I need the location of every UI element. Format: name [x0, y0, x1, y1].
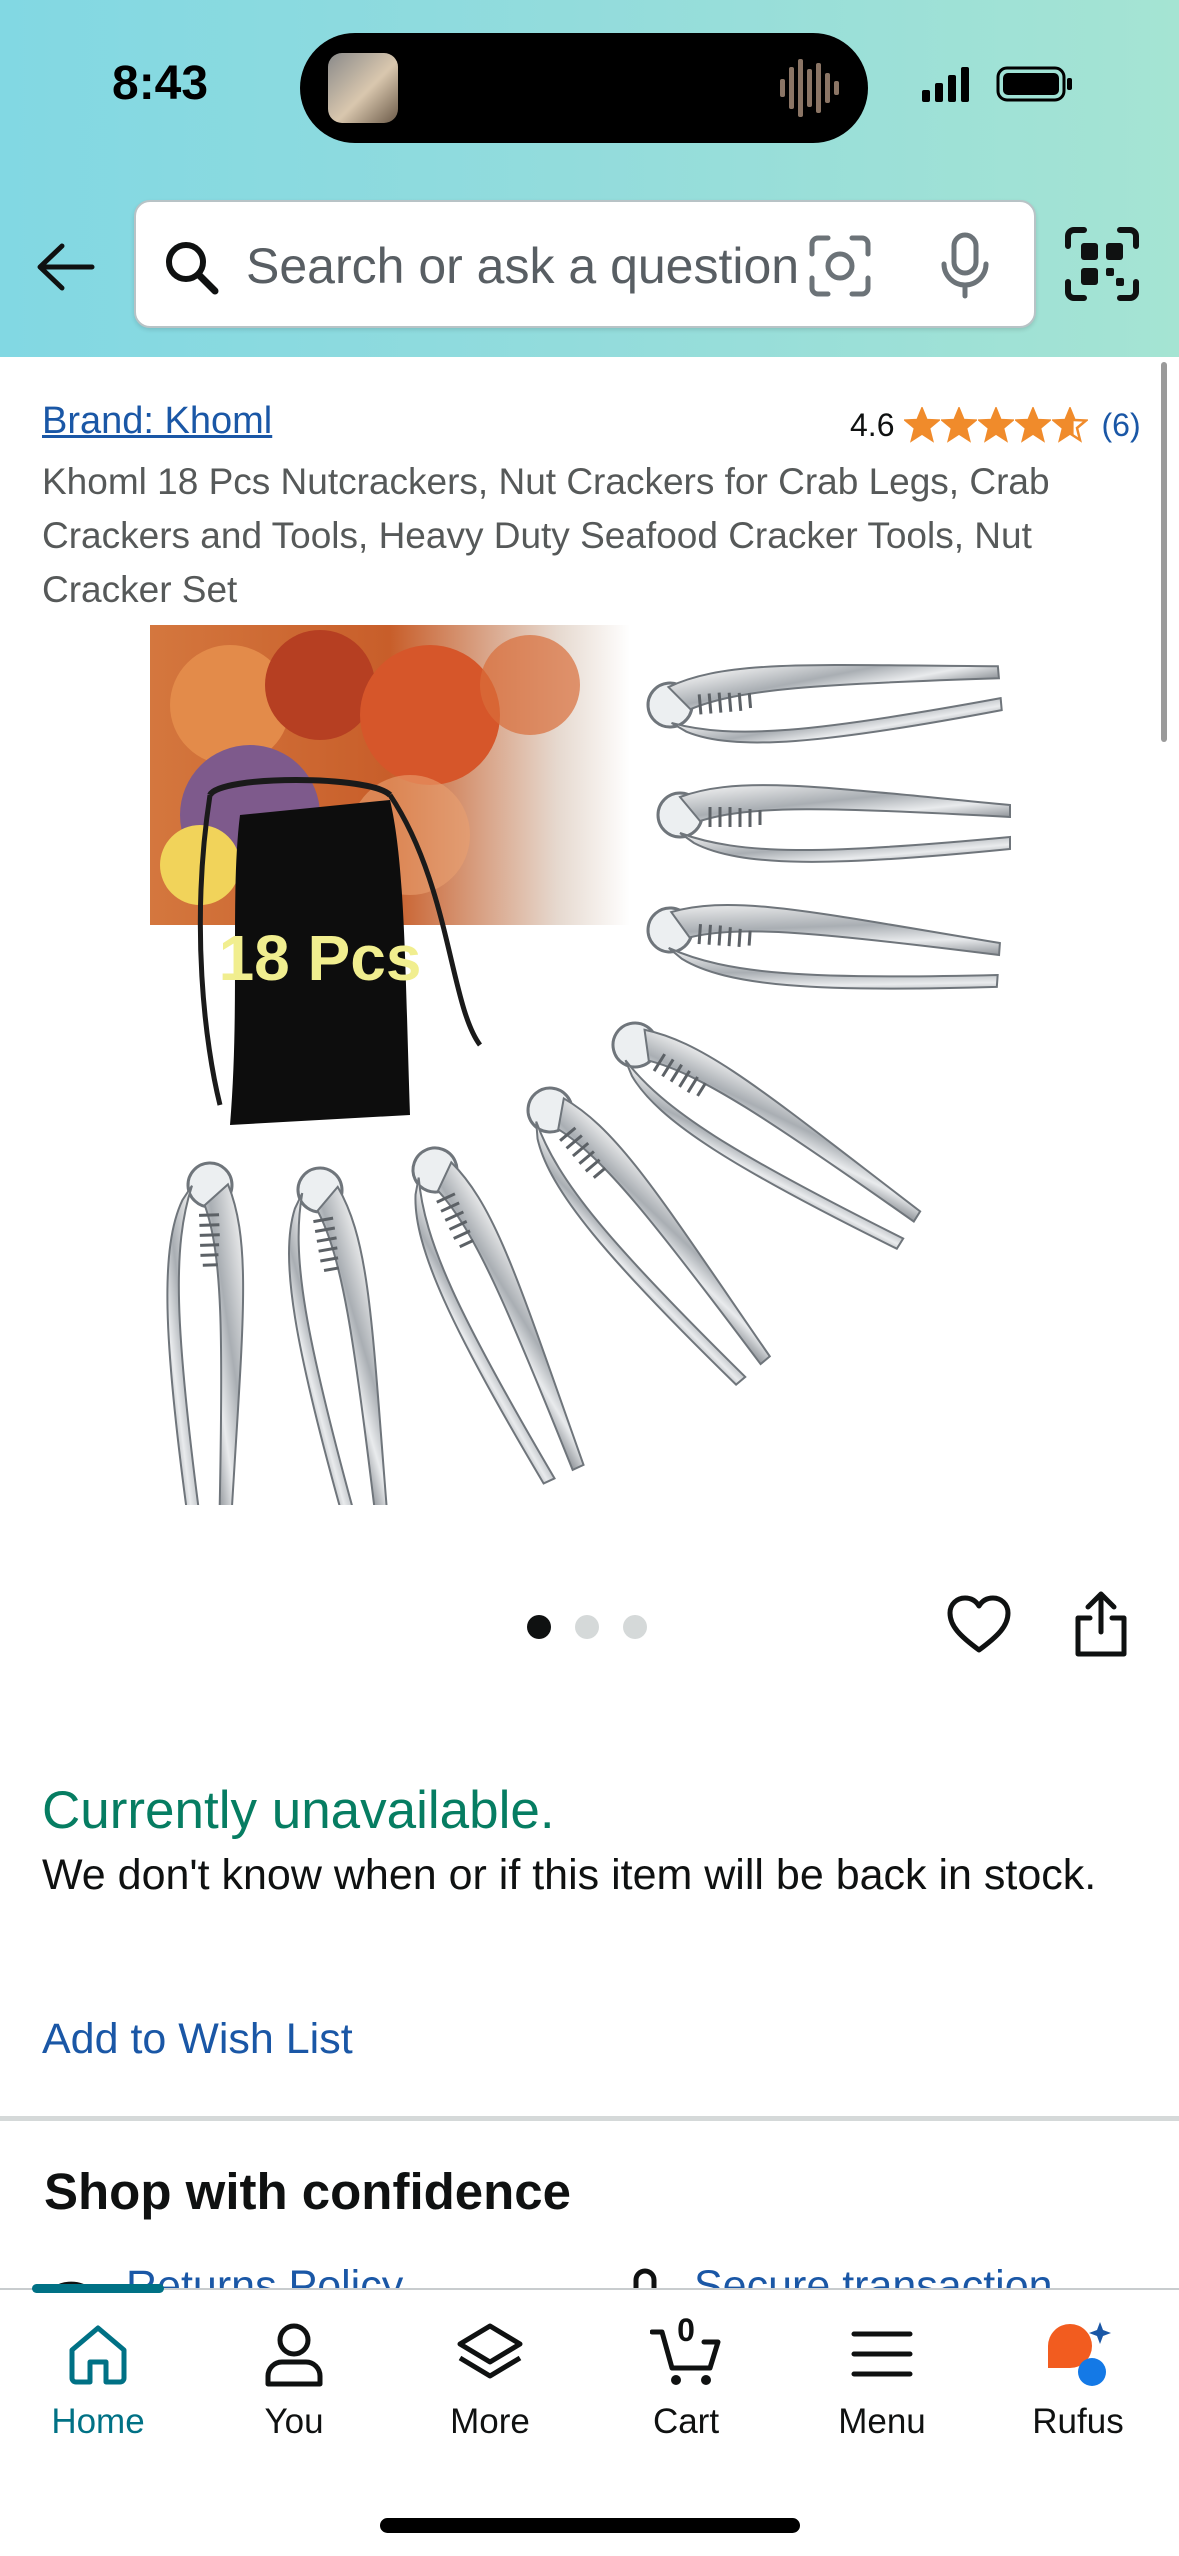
layers-icon: [457, 2323, 523, 2379]
microphone-icon[interactable]: [936, 232, 994, 300]
tab-home[interactable]: Home: [0, 2318, 196, 2458]
star-rating: [904, 407, 1089, 443]
search-input[interactable]: [246, 226, 906, 306]
product-image[interactable]: 18 Pcs: [150, 625, 1030, 1505]
battery-icon: [996, 66, 1072, 102]
search-box[interactable]: [134, 200, 1036, 328]
shop-with-confidence-heading: Shop with confidence: [44, 2163, 572, 2220]
carousel-dot[interactable]: [623, 1615, 647, 1639]
heart-icon[interactable]: [946, 1594, 1012, 1656]
product-title: Khoml 18 Pcs Nutcrackers, Nut Crackers f…: [42, 461, 1050, 610]
stock-note: We don't know when or if this item will …: [42, 1851, 1097, 1899]
tab-rufus-label: Rufus: [1032, 2402, 1124, 2441]
tab-home-label: Home: [51, 2402, 145, 2441]
back-arrow-icon[interactable]: [32, 234, 98, 300]
star-icon: [904, 407, 941, 443]
lock-icon: [633, 2268, 657, 2288]
camera-search-icon[interactable]: [808, 234, 872, 298]
rating-summary[interactable]: 4.6 (6): [850, 402, 1141, 448]
tab-cart[interactable]: 0 Cart: [588, 2312, 784, 2458]
cart-count-badge: 0: [677, 2312, 695, 2348]
barcode-scanner-icon[interactable]: [1064, 226, 1140, 302]
image-badge-text: 18 Pcs: [219, 922, 422, 994]
dynamic-island[interactable]: [300, 33, 868, 143]
status-indicators: [922, 66, 1072, 102]
bottom-tab-bar: Home You More 0 Cart Menu Rufus: [0, 2284, 1179, 2556]
carousel-dot[interactable]: [527, 1615, 551, 1639]
home-indicator: [380, 2518, 800, 2533]
returns-policy-link[interactable]: Returns Policy: [126, 2262, 403, 2290]
review-count-link[interactable]: (6): [1101, 407, 1140, 444]
search-icon: [166, 242, 219, 295]
active-tab-indicator: [32, 2284, 164, 2293]
tab-more[interactable]: More: [392, 2318, 588, 2458]
tab-menu-label: Menu: [838, 2402, 926, 2441]
star-icon: [1015, 407, 1052, 443]
tab-more-label: More: [450, 2402, 530, 2441]
home-icon: [69, 2325, 127, 2385]
scrollbar[interactable]: [1161, 362, 1167, 742]
tab-rufus[interactable]: Rufus: [980, 2318, 1176, 2458]
star-icon: [978, 407, 1015, 443]
header-bar: 8:43: [0, 0, 1179, 357]
secure-transaction-link[interactable]: Secure transaction: [694, 2262, 1053, 2290]
status-time: 8:43: [112, 57, 209, 110]
tab-cart-label: Cart: [652, 2402, 720, 2441]
tab-menu[interactable]: Menu: [784, 2318, 980, 2458]
rufus-assistant-icon: [1048, 2322, 1111, 2386]
confidence-links-row: Returns Policy Secure transaction: [0, 2262, 1179, 2290]
tab-you-label: You: [264, 2402, 324, 2441]
star-icon: [941, 407, 978, 443]
hamburger-menu-icon: [851, 2331, 913, 2377]
cellular-signal-icon: [922, 67, 969, 102]
person-icon: [265, 2323, 323, 2387]
image-carousel-dots[interactable]: [527, 1615, 671, 1639]
section-divider: [0, 2116, 1179, 2121]
tab-you[interactable]: You: [196, 2318, 392, 2458]
audio-waveform-icon: [780, 59, 839, 117]
brand-link[interactable]: Brand: Khoml: [42, 400, 272, 443]
add-to-wish-list-link[interactable]: Add to Wish List: [42, 2015, 353, 2064]
now-playing-thumbnail: [328, 53, 398, 123]
share-icon[interactable]: [1072, 1590, 1130, 1658]
carousel-dot[interactable]: [575, 1615, 599, 1639]
star-icon: [1052, 407, 1089, 443]
availability-status: Currently unavailable.: [42, 1781, 555, 1840]
rating-value: 4.6: [850, 406, 895, 443]
